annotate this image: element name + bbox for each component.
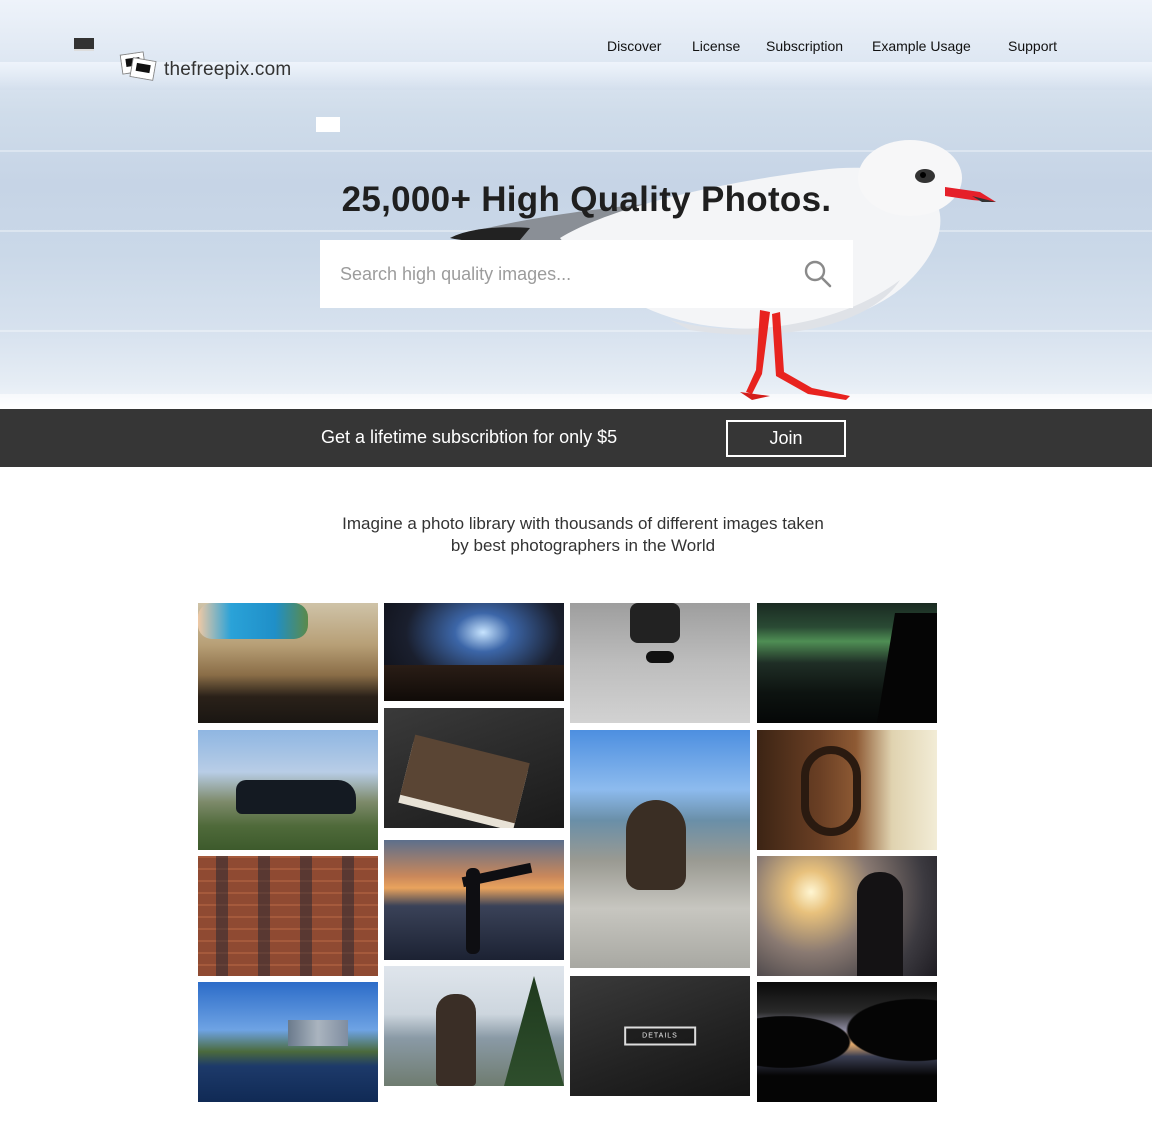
- site-logo[interactable]: thefreepix.com: [120, 52, 292, 82]
- gallery-photo-woman-by-lake[interactable]: [384, 966, 564, 1086]
- search-input[interactable]: [320, 240, 783, 308]
- intro-text: Imagine a photo library with thousands o…: [270, 513, 896, 557]
- gallery-photo-brick-building[interactable]: [198, 856, 378, 976]
- hero-headline: 25,000+ High Quality Photos.: [341, 180, 832, 219]
- main-navigation: Discover License Subscription Example Us…: [0, 38, 1152, 58]
- search-bar: [320, 240, 853, 308]
- join-button[interactable]: Join: [726, 420, 846, 457]
- gallery-photo-city-river[interactable]: [198, 982, 378, 1102]
- search-button[interactable]: [783, 240, 853, 308]
- gallery-photo-trees-sunset[interactable]: [757, 982, 937, 1102]
- details-button[interactable]: DETAILS: [624, 1026, 696, 1046]
- search-icon: [804, 260, 832, 288]
- gallery-photo-aurora-night[interactable]: [757, 603, 937, 723]
- gallery-photo-man-at-sunset[interactable]: [757, 856, 937, 976]
- nav-subscription[interactable]: Subscription: [766, 38, 843, 54]
- intro-line-2: by best photographers in the World: [450, 536, 716, 555]
- gallery-photo-leather-notebook[interactable]: [384, 708, 564, 828]
- subscription-bar: Get a lifetime subscribtion for only $5 …: [0, 409, 1152, 467]
- gallery-photo-yoga-silhouette[interactable]: [384, 840, 564, 960]
- brand-name: thefreepix.com: [164, 59, 292, 80]
- gallery-photo-dark-desk[interactable]: DETAILS: [570, 976, 750, 1096]
- gallery-photo-concert-stage[interactable]: [384, 603, 564, 701]
- nav-example-usage[interactable]: Example Usage: [872, 38, 971, 54]
- nav-discover[interactable]: Discover: [607, 38, 661, 54]
- gallery-photo-skateboarder[interactable]: [570, 603, 750, 723]
- gallery-photo-vintage-car[interactable]: [198, 730, 378, 850]
- gallery-photo-wooden-carving[interactable]: [757, 730, 937, 850]
- nav-support[interactable]: Support: [1008, 38, 1057, 54]
- photos-logo-icon: [120, 52, 156, 82]
- intro-line-1: Imagine a photo library with thousands o…: [342, 514, 824, 533]
- gallery-photo-boy-on-dock[interactable]: [198, 603, 378, 723]
- gallery-photo-seal-on-rocks[interactable]: [570, 730, 750, 968]
- subscription-promo: Get a lifetime subscribtion for only $5: [321, 427, 618, 447]
- placeholder-chip: [316, 117, 340, 132]
- nav-license[interactable]: License: [692, 38, 740, 54]
